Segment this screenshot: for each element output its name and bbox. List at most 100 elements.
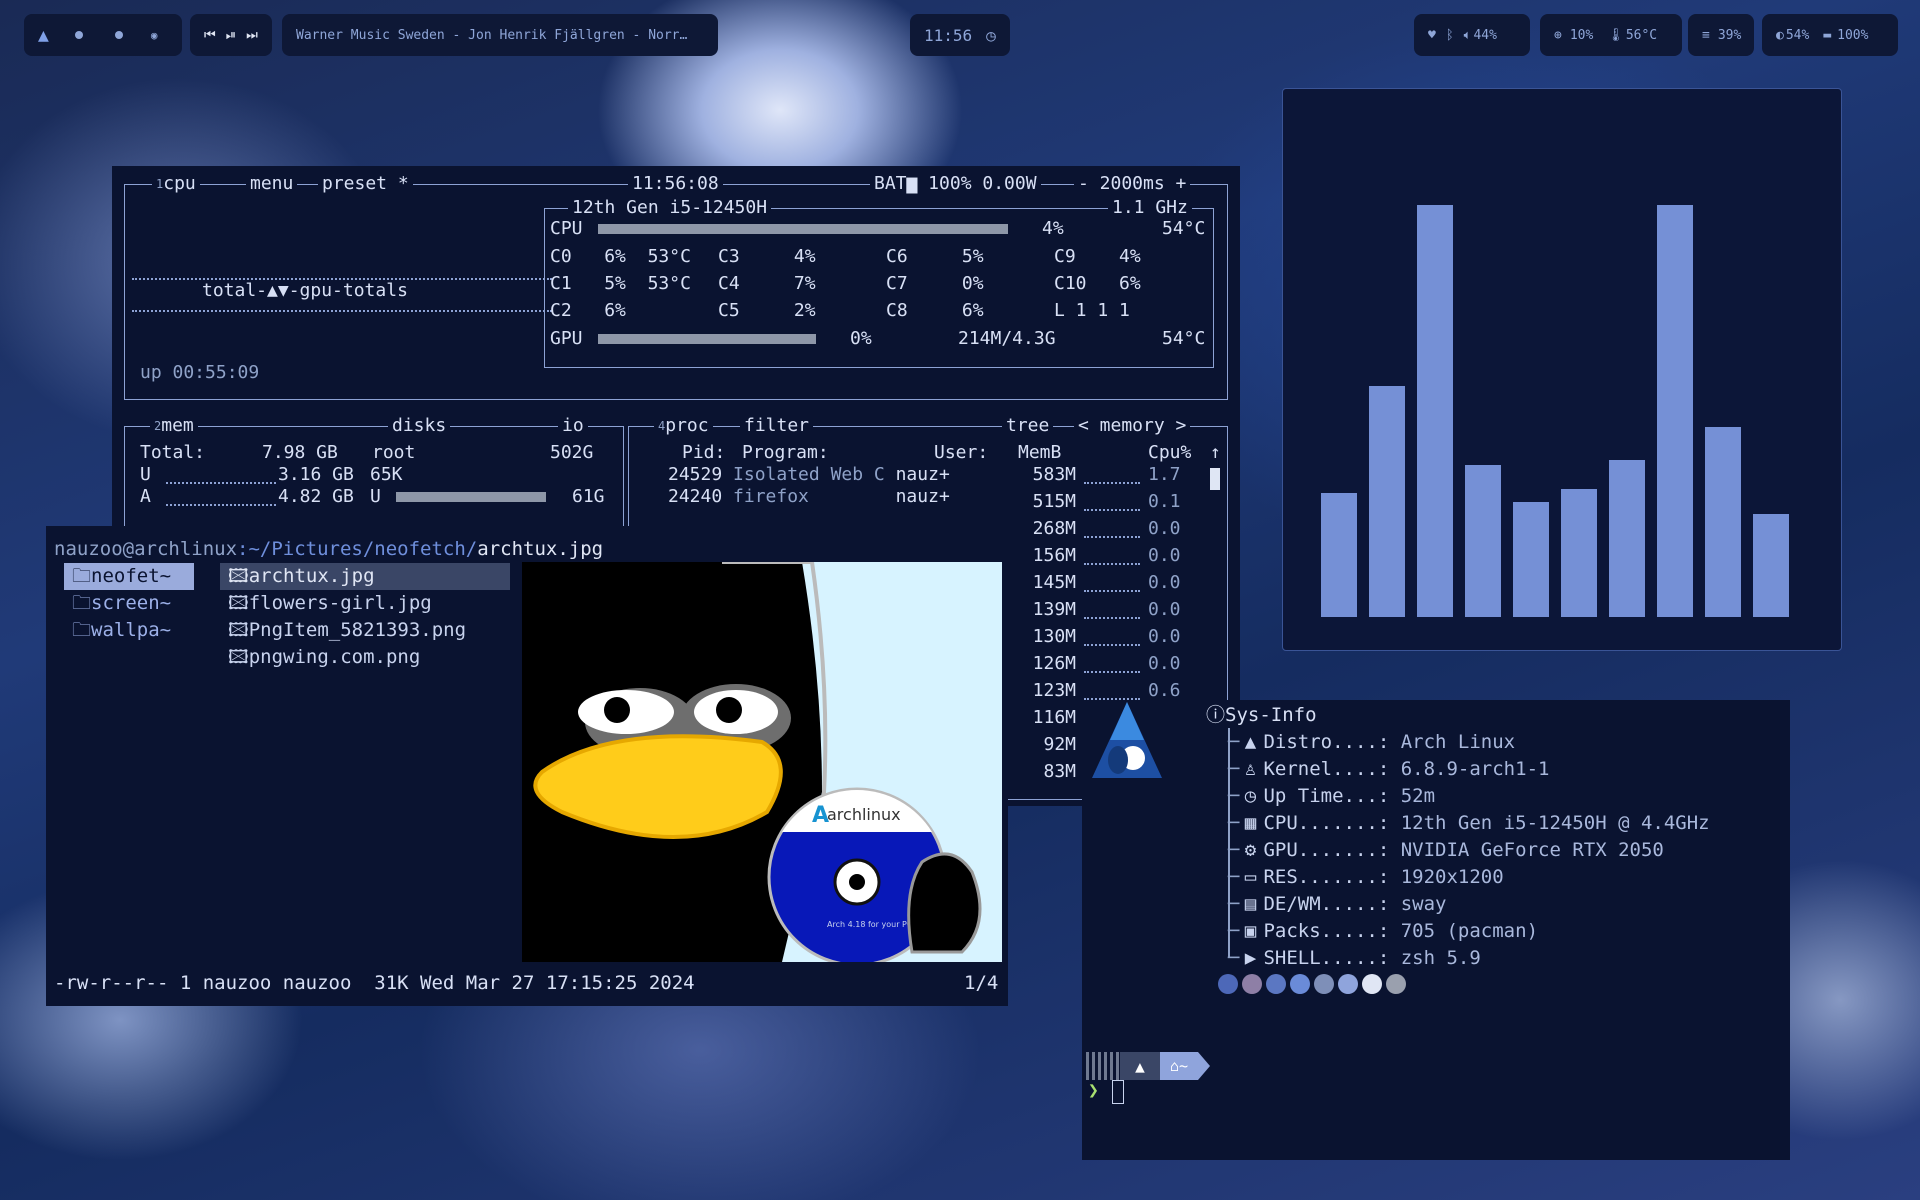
cursor[interactable] bbox=[1112, 1080, 1124, 1104]
current-path: :~/Pictures/neofetch/ bbox=[237, 538, 478, 560]
disks-title[interactable]: disks bbox=[388, 415, 451, 437]
brightness-battery-widget: ◐ 54% ▬ 100% bbox=[1762, 14, 1898, 56]
sysinfo-window[interactable]: ⓘSys-Info ─ ▲ Distro....: Arch Linux ─ ♙ Kern… bbox=[1082, 700, 1790, 1160]
image-file-icon: 🖾︎ bbox=[228, 565, 249, 587]
visualizer-bar bbox=[1417, 205, 1453, 617]
proc-filter[interactable]: filter bbox=[740, 415, 814, 437]
gpu-pct: 0% bbox=[850, 328, 872, 349]
battery-value: 100% bbox=[1837, 27, 1869, 43]
arch-logo-icon[interactable]: ▲ bbox=[38, 25, 49, 46]
core-c4: C4 7% bbox=[718, 273, 816, 294]
sysinfo-row: ─ ▭ RES.......: 1920x1200 bbox=[1228, 865, 1504, 888]
sysinfo-value: zsh 5.9 bbox=[1389, 946, 1481, 969]
col-pid[interactable]: Pid: bbox=[682, 442, 725, 464]
list-item[interactable]: 🖾︎archtux.jpg bbox=[220, 563, 510, 590]
list-item[interactable]: 🖾︎flowers-girl.jpg bbox=[220, 590, 510, 617]
sysinfo-label: Packs.....: bbox=[1263, 919, 1390, 942]
terminal-icon: ▶ bbox=[1244, 946, 1257, 969]
col-program[interactable]: Program: bbox=[742, 442, 829, 464]
previous-track-icon[interactable]: ⏮ bbox=[204, 28, 216, 43]
core-c1: C1 5% 53°C bbox=[550, 273, 691, 294]
col-cpu[interactable]: Cpu% bbox=[1148, 442, 1191, 464]
battery-status: BAT▆ 100% 0.00W bbox=[870, 173, 1041, 195]
palette-swatch bbox=[1266, 974, 1286, 994]
proc-mem-graph bbox=[1084, 499, 1140, 511]
visualizer-bar bbox=[1705, 427, 1741, 617]
proc-mem-value: 116M bbox=[1032, 707, 1076, 728]
memory-widget: ≡ 39% bbox=[1688, 14, 1754, 56]
core-c8: C8 6% bbox=[886, 300, 984, 321]
proc-mem-value: 83M bbox=[1043, 761, 1076, 782]
wifi-icon[interactable]: ♥ bbox=[1428, 28, 1436, 43]
mem-total-label: Total: bbox=[140, 442, 206, 463]
memory-value: 39% bbox=[1717, 27, 1742, 43]
list-item[interactable]: 🖾︎pngwing.com.png bbox=[220, 644, 510, 671]
update-interval[interactable]: - 2000ms + bbox=[1074, 173, 1191, 195]
proc-mem-graph bbox=[1084, 634, 1140, 646]
mem-title[interactable]: 2mem bbox=[150, 415, 198, 437]
now-playing[interactable]: Warner Music Sweden - Jon Henrik Fjällgr… bbox=[282, 14, 718, 56]
proc-scrollbar[interactable] bbox=[1210, 468, 1220, 490]
arch-tux-logo-icon bbox=[1092, 702, 1162, 778]
thermometer-icon: 🌡︎ bbox=[1607, 27, 1624, 43]
sort-arrow-icon[interactable]: ↑ bbox=[1210, 442, 1221, 464]
core-c2: C2 6% bbox=[550, 300, 626, 321]
list-item[interactable]: 🖾︎PngItem_5821393.png bbox=[220, 617, 510, 644]
list-item[interactable]: 🗀︎wallpa~ bbox=[64, 617, 194, 644]
memory-icon: ≡ bbox=[1702, 27, 1710, 43]
proc-mem-value: 515M bbox=[1032, 491, 1076, 512]
sysinfo-label: Up Time...: bbox=[1263, 784, 1390, 807]
sysinfo-row: ─ ▤ DE/WM.....: sway bbox=[1228, 892, 1447, 915]
folder-icon: 🗀︎ bbox=[72, 565, 92, 587]
tab-menu[interactable]: menu bbox=[246, 173, 298, 195]
play-pause-icon[interactable]: ⏯ bbox=[226, 28, 236, 43]
proc-tree[interactable]: tree bbox=[1002, 415, 1054, 437]
mem-avail-label: A bbox=[140, 486, 151, 507]
ranger-window[interactable]: nauzoo@archlinux:~/Pictures/neofetch/arc… bbox=[46, 526, 1008, 1006]
io-title[interactable]: io bbox=[558, 415, 588, 437]
bluetooth-icon[interactable]: ᛒ bbox=[1446, 28, 1454, 43]
cpu-temp: 54°C bbox=[1162, 218, 1206, 239]
arch-icon: ▲ bbox=[1244, 730, 1257, 753]
ranger-path: nauzoo@archlinux:~/Pictures/neofetch/arc… bbox=[54, 538, 603, 560]
list-item[interactable]: 🗀︎screen~ bbox=[64, 590, 194, 617]
workspace-3[interactable] bbox=[114, 31, 123, 39]
file-status: -rw-r--r-- 1 nauzoo nauzoo 31K Wed Mar 2… bbox=[54, 972, 695, 994]
cava-window[interactable] bbox=[1282, 88, 1842, 651]
core-c5: C5 2% bbox=[718, 300, 816, 321]
proc-title[interactable]: 4proc bbox=[654, 415, 713, 437]
col-user[interactable]: User: bbox=[934, 442, 988, 464]
workspace-2[interactable] bbox=[74, 31, 83, 39]
sysinfo-label: SHELL.....: bbox=[1263, 946, 1390, 969]
current-file: archtux.jpg bbox=[477, 538, 604, 560]
disk-io-read: 65K bbox=[370, 464, 403, 485]
folder-icon: 🗀︎ bbox=[72, 592, 92, 614]
clock-widget[interactable]: 11:56 ◷ bbox=[910, 14, 1010, 56]
disk-root: root bbox=[372, 442, 416, 463]
volume-icon[interactable]: 🔈︎ bbox=[1464, 28, 1472, 43]
prompt-symbol: ❯ bbox=[1088, 1080, 1099, 1101]
tab-cpu[interactable]: cpu bbox=[163, 173, 196, 194]
proc-cpu-value: 0.1 bbox=[1148, 491, 1181, 512]
workspace-bar: ▲ ◉ bbox=[24, 14, 182, 56]
col-memb[interactable]: MemB bbox=[1018, 442, 1061, 464]
next-track-icon[interactable]: ⏭ bbox=[246, 28, 258, 43]
proc-cpu-value: 1.7 bbox=[1148, 464, 1181, 485]
proc-sort[interactable]: < memory > bbox=[1074, 415, 1191, 437]
window-icon: ▤ bbox=[1244, 892, 1257, 915]
audio-visualizer bbox=[1321, 189, 1801, 617]
visualizer-bar bbox=[1657, 205, 1693, 617]
user-host: nauzoo@archlinux bbox=[54, 538, 238, 560]
list-item[interactable]: 🗀︎neofet~ bbox=[64, 563, 194, 590]
visualizer-bar bbox=[1369, 386, 1405, 617]
workspace-4[interactable]: ◉ bbox=[151, 29, 158, 42]
proc-mem-graph bbox=[1084, 607, 1140, 619]
proc-mem-value: 123M bbox=[1032, 680, 1076, 701]
brightness-icon[interactable]: ◐ bbox=[1776, 28, 1784, 43]
sysinfo-row: ─ ▦ CPU.......: 12th Gen i5-12450H @ 4.4GH… bbox=[1228, 811, 1710, 834]
sysinfo-row: ─ ▶ SHELL.....: zsh 5.9 bbox=[1228, 946, 1481, 969]
mem-total: 7.98 GB bbox=[262, 442, 338, 463]
graph-label: total-▲▼-gpu-totals bbox=[202, 280, 408, 301]
tab-preset[interactable]: preset * bbox=[318, 173, 413, 195]
proc-mem-value: 126M bbox=[1032, 653, 1076, 674]
